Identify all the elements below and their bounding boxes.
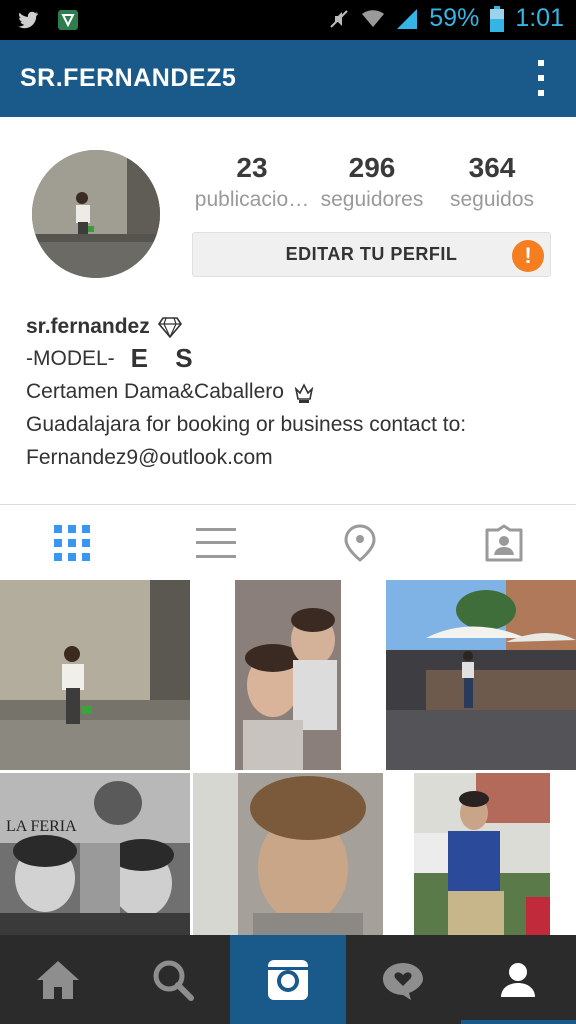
camera-icon: [267, 959, 308, 1000]
bio-email-link[interactable]: Fernandez9@outlook.com: [26, 441, 273, 474]
bio-line-model: -MODEL-: [26, 347, 115, 370]
stat-following[interactable]: 364 seguidos: [432, 152, 552, 212]
stat-label: seguidores: [320, 188, 424, 211]
app-header: SR.FERNANDEZ5: [0, 40, 576, 117]
nav-home[interactable]: [0, 935, 115, 1024]
location-icon: [344, 523, 376, 562]
profile-username: sr.fernandez: [26, 315, 150, 338]
mute-icon: [330, 9, 348, 28]
bottom-nav: [0, 935, 576, 1024]
photo-thumbnail[interactable]: [0, 580, 190, 770]
bio-line-certamen: Certamen Dama&Caballero: [26, 380, 284, 403]
stat-label: seguidos: [449, 188, 535, 211]
page-title: SR.FERNANDEZ5: [20, 64, 237, 92]
nav-activity[interactable]: [346, 935, 461, 1024]
wifi-icon: [362, 9, 385, 27]
clock: 1:01: [515, 4, 564, 32]
stat-value: 23: [236, 152, 268, 183]
profile-icon: [501, 962, 536, 997]
stat-value: 364: [468, 152, 516, 183]
crown-icon: [294, 382, 314, 403]
tab-location[interactable]: [288, 505, 432, 580]
stat-posts[interactable]: 23 publicacio…: [192, 152, 312, 212]
status-bar: 59% 1:01: [0, 0, 576, 40]
bio-line-booking: Guadalajara for booking or business cont…: [26, 413, 467, 436]
photo-sign-text: LA FERIA: [6, 818, 77, 835]
grid-icon: [54, 524, 90, 561]
tab-list[interactable]: [144, 505, 288, 580]
photo-thumbnail[interactable]: [386, 773, 576, 935]
more-vert-icon[interactable]: [536, 60, 546, 96]
photo-thumbnail[interactable]: [193, 773, 383, 935]
nav-camera[interactable]: [230, 935, 346, 1024]
twitter-icon: [18, 11, 39, 29]
profile-stats: 23 publicacio… 296 seguidores 364 seguid…: [192, 152, 552, 212]
shield-app-icon: [58, 10, 78, 30]
battery-percent: 59%: [429, 4, 480, 32]
tab-grid[interactable]: [0, 505, 144, 580]
home-icon: [36, 960, 79, 999]
profile-bio: sr.fernandez -MODEL- E S Certamen Dama&C…: [26, 312, 566, 474]
photo-thumbnail[interactable]: [193, 580, 383, 770]
photo-thumbnail[interactable]: LA FERIA: [0, 773, 190, 935]
photo-grid: LA FERIA: [0, 580, 576, 935]
list-icon: [196, 527, 236, 558]
nav-search[interactable]: [115, 935, 230, 1024]
photo-thumbnail[interactable]: [386, 580, 576, 770]
avatar[interactable]: [32, 150, 160, 278]
activity-icon: [383, 962, 424, 1000]
view-tabs: [0, 505, 576, 580]
signal-icon: [397, 8, 418, 29]
bio-flag-text: E S: [130, 343, 203, 373]
nav-profile[interactable]: [460, 935, 576, 1024]
battery-icon: [490, 5, 505, 32]
stat-followers[interactable]: 296 seguidores: [312, 152, 432, 212]
stat-label: publicacio…: [194, 188, 310, 211]
tagged-icon: [485, 524, 523, 561]
edit-profile-button[interactable]: EDITAR TU PERFIL !: [192, 232, 551, 277]
diamond-icon: [157, 317, 182, 338]
alert-icon: !: [512, 240, 544, 272]
tab-tagged[interactable]: [432, 505, 576, 580]
search-icon: [153, 960, 194, 1001]
edit-profile-label: EDITAR TU PERFIL: [285, 244, 458, 264]
stat-value: 296: [348, 152, 396, 183]
